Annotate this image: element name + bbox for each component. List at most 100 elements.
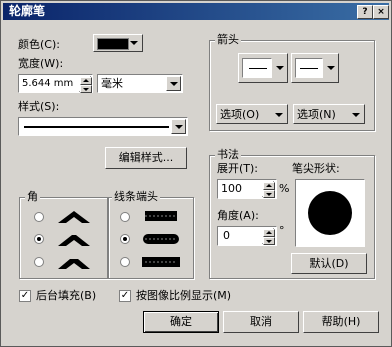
close-icon: ×: [377, 7, 385, 17]
chevron-down-icon: [349, 108, 363, 122]
chevron-down-icon: [127, 36, 141, 50]
options-label: 选项: [297, 108, 319, 121]
start-arrow-options-button[interactable]: 选项(O): [216, 104, 288, 124]
round-corner-icon: [58, 235, 90, 246]
width-input[interactable]: 5.644 mm: [18, 74, 93, 93]
line-icon: [300, 68, 318, 69]
edit-style-button[interactable]: 编辑样式...: [105, 147, 187, 169]
corner-icons: [58, 211, 90, 269]
width-label-text: 宽度: [18, 57, 40, 70]
help-button[interactable]: 帮助(H): [303, 311, 379, 333]
cap-butt-radio[interactable]: [120, 212, 130, 222]
corner-round-radio[interactable]: [34, 234, 44, 244]
default-key: (D): [331, 257, 349, 270]
color-label-text: 颜色: [18, 38, 40, 51]
spin-down-icon[interactable]: [263, 237, 275, 245]
unit-value: 毫米: [101, 77, 123, 90]
close-button[interactable]: ×: [373, 5, 389, 19]
arrows-group-title: 箭头: [215, 33, 241, 46]
end-arrow-preview: [295, 58, 323, 78]
stretch-spinner[interactable]: [262, 181, 275, 198]
behind-fill-checkbox[interactable]: ✓: [19, 290, 31, 302]
angle-label-text: 角度: [217, 209, 239, 222]
unit-select[interactable]: 毫米: [97, 74, 183, 93]
spin-down-icon[interactable]: [80, 85, 92, 93]
width-label: 宽度(W):: [18, 57, 63, 71]
stretch-value: 100: [221, 182, 242, 195]
chevron-down-icon: [272, 108, 286, 122]
line-icon: [249, 68, 267, 69]
corner-bevel-radio[interactable]: [34, 257, 44, 267]
default-button[interactable]: 默认(D): [291, 253, 367, 274]
color-shortcut: (C):: [40, 38, 60, 51]
scale-with-image-key: (M): [213, 289, 232, 302]
stretch-input[interactable]: 100: [217, 179, 277, 199]
color-picker-button[interactable]: [93, 34, 143, 52]
stretch-label-text: 展开: [217, 162, 239, 175]
angle-input[interactable]: 0: [217, 226, 277, 246]
angle-spinner[interactable]: [262, 228, 275, 245]
angle-key: (A):: [239, 209, 259, 222]
style-label-text: 样式: [18, 100, 40, 113]
behind-fill-text: 后台填充: [36, 289, 80, 302]
line-caps-group-title: 线条端头: [112, 190, 160, 203]
spin-up-icon[interactable]: [263, 182, 275, 190]
window-title: 轮廓笔: [9, 4, 46, 18]
angle-label: 角度(A):: [217, 209, 259, 223]
end-arrow-button[interactable]: [291, 53, 339, 83]
chevron-down-icon[interactable]: [166, 76, 181, 91]
nib-shape-label: 笔尖形状:: [292, 162, 340, 175]
title-bar[interactable]: 轮廓笔 ? ×: [3, 3, 389, 20]
cap-icons: [142, 211, 180, 267]
corner-miter-radio[interactable]: [34, 212, 44, 222]
color-swatch: [97, 38, 129, 50]
style-shortcut: (S):: [40, 100, 60, 113]
spin-down-icon[interactable]: [263, 190, 275, 198]
stretch-key: (T):: [239, 162, 259, 175]
start-arrow-button[interactable]: [238, 53, 288, 83]
checkmark-icon: ✓: [120, 290, 130, 301]
color-label: 颜色(C):: [18, 38, 60, 52]
width-value: 5.644 mm: [22, 78, 74, 89]
angle-unit: °: [279, 224, 285, 237]
behind-fill-label[interactable]: 后台填充(B): [36, 289, 96, 303]
width-shortcut: (W):: [40, 57, 64, 70]
cancel-button[interactable]: 取消: [223, 311, 299, 333]
bevel-corner-icon: [58, 259, 90, 269]
help-title-button[interactable]: ?: [357, 5, 373, 19]
nib-shape-preview[interactable]: [295, 179, 365, 247]
stretch-unit: %: [279, 182, 290, 195]
chevron-down-icon: [324, 61, 338, 75]
corners-group-title: 角: [25, 190, 40, 203]
style-label: 样式(S):: [18, 100, 59, 114]
spin-up-icon[interactable]: [80, 77, 92, 85]
outline-pen-dialog: 轮廓笔 ? × 颜色(C): 宽度(W): 5.644 mm 毫米 样式(S):…: [0, 0, 392, 347]
cap-round-radio[interactable]: [120, 234, 130, 244]
calligraphy-group-title: 书法: [215, 148, 241, 161]
style-select[interactable]: [18, 117, 188, 136]
cap-square-radio[interactable]: [120, 257, 130, 267]
scale-with-image-checkbox[interactable]: ✓: [119, 290, 131, 302]
start-arrow-preview: [242, 58, 272, 78]
options-key: (O): [242, 108, 260, 121]
end-arrow-options-button[interactable]: 选项(N): [293, 104, 365, 124]
angle-value: 0: [223, 229, 230, 242]
miter-corner-icon: [58, 211, 90, 223]
chevron-down-icon[interactable]: [171, 119, 186, 134]
solid-line-preview: [24, 126, 169, 128]
chevron-down-icon: [273, 61, 287, 75]
options-key: (N): [319, 108, 336, 121]
scale-with-image-label[interactable]: 按图像比例显示(M): [136, 289, 231, 303]
default-label: 默认: [309, 257, 332, 270]
help-key: (H): [343, 315, 361, 328]
options-label: 选项: [220, 108, 242, 121]
ok-button[interactable]: 确定: [143, 311, 219, 333]
spin-up-icon[interactable]: [263, 229, 275, 237]
nib-circle-icon: [308, 191, 352, 235]
stretch-label: 展开(T):: [217, 162, 258, 176]
checkmark-icon: ✓: [20, 290, 30, 301]
question-icon: ?: [362, 7, 368, 17]
help-label: 帮助: [321, 315, 344, 328]
width-spinner[interactable]: [79, 76, 92, 93]
behind-fill-key: (B): [80, 289, 97, 302]
